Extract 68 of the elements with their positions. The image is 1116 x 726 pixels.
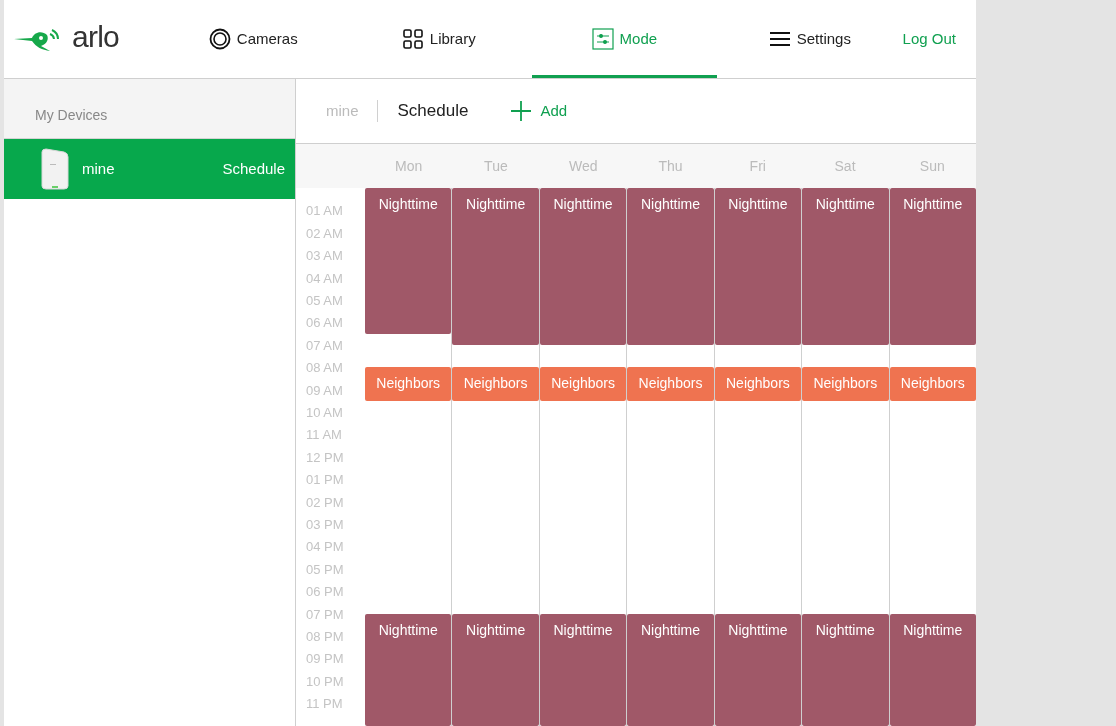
day-header: Thu [657,156,684,176]
hour-label: 05 PM [306,562,344,576]
schedule-event[interactable]: Nighttime [452,188,539,345]
hour-label: 10 PM [306,674,344,688]
hour-label: 06 AM [306,316,343,330]
lens-icon [208,28,231,50]
nav-tab[interactable]: Cameras [160,3,346,78]
schedule-event[interactable]: Nighttime [365,188,452,334]
page-title: Schedule [396,100,469,123]
hour-label: 09 AM [306,383,343,397]
device-item[interactable]: mine Schedule [4,139,295,199]
hour-label: 07 AM [306,338,343,352]
hour-label: 11 AM [306,428,342,442]
hour-label: 03 PM [306,518,344,531]
schedule-event[interactable]: Nighttime [889,188,976,345]
schedule-event[interactable]: Nighttime [714,188,802,345]
hour-label: 01 AM [306,204,343,218]
hour-label: 11 PM [306,697,343,711]
schedule-event[interactable]: Nighttime [714,613,802,726]
schedule-event[interactable]: Nighttime [627,188,714,345]
schedule-event[interactable]: Nighttime [539,188,627,345]
hour-label: 02 AM [306,226,343,240]
hour-label: 08 PM [306,630,344,643]
sliders-icon [591,28,614,50]
hour-label: 07 PM [306,607,344,621]
schedule-event[interactable]: Neighbors [802,367,889,401]
day-header: Tue [483,156,509,176]
day-header: Sun [918,156,946,176]
day-header: Mon [394,156,424,176]
schedule-event[interactable]: Neighbors [889,367,976,401]
hour-label: 04 AM [306,271,343,285]
schedule-event[interactable]: Nighttime [802,188,889,345]
menu-icon [768,30,791,48]
hour-label: 09 PM [306,652,344,666]
schedule-event[interactable]: Nighttime [889,613,976,726]
nav-tab[interactable]: Library [346,3,532,78]
schedule-event[interactable]: Neighbors [539,367,627,401]
schedule-event[interactable]: Nighttime [802,613,889,726]
hour-label: 08 AM [306,361,343,375]
hour-label: 03 AM [306,249,343,263]
hour-label: 04 PM [306,540,344,554]
add-button[interactable]: Add [510,99,568,123]
hour-label: 10 AM [306,406,343,419]
logout-link[interactable]: Log Out [902,27,956,51]
day-header: Fri [748,156,767,176]
schedule-event[interactable]: Neighbors [714,367,802,401]
schedule-event[interactable]: Nighttime [627,613,714,726]
schedule-event[interactable]: Nighttime [365,613,452,726]
grid-icon [401,28,424,50]
day-header: Sat [833,156,857,176]
nav-tab[interactable]: Mode [531,3,718,78]
base-station-icon [38,148,72,190]
nav-tab[interactable]: Settings [717,3,903,78]
sidebar-title: My Devices [35,106,108,125]
schedule-event[interactable]: Nighttime [539,613,627,726]
plus-icon [510,100,533,122]
hour-label: 06 PM [306,585,344,599]
schedule-event[interactable]: Neighbors [627,367,714,401]
hour-label: 02 PM [306,495,344,509]
schedule-event[interactable]: Neighbors [365,367,452,401]
day-header: Wed [567,156,599,176]
logo-text: arlo [72,22,120,52]
schedule-event[interactable]: Neighbors [452,367,539,401]
hour-label: 12 PM [306,450,344,464]
breadcrumb-text: mine [326,100,378,122]
hour-label: 05 AM [306,294,343,307]
hour-label: 01 PM [306,473,344,487]
schedule-event[interactable]: Nighttime [452,613,539,726]
